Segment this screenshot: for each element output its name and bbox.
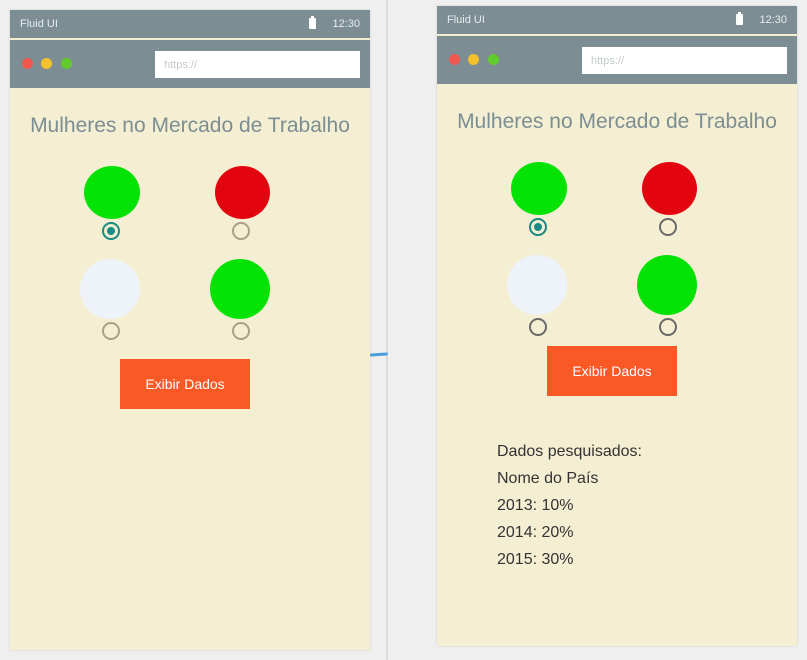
battery-icon (736, 12, 743, 25)
browser-bar (437, 36, 797, 84)
color-circle-option-1[interactable] (84, 166, 140, 219)
minimize-dot-icon[interactable] (468, 54, 479, 65)
status-title: Fluid UI (20, 18, 58, 30)
page-title: Mulheres no Mercado de Trabalho (457, 110, 777, 133)
color-circle-option-2[interactable] (215, 166, 270, 219)
battery-icon (309, 16, 316, 29)
color-circle-option-4[interactable] (210, 259, 270, 319)
url-input[interactable] (582, 47, 787, 74)
close-dot-icon[interactable] (22, 58, 33, 69)
status-time: 12:30 (759, 14, 787, 26)
status-time: 12:30 (332, 18, 360, 30)
browser-bar (10, 40, 370, 88)
color-circle-option-3[interactable] (80, 259, 140, 319)
url-input[interactable] (155, 51, 360, 78)
color-circle-option-3[interactable] (507, 255, 567, 315)
results-row: 2015: 30% (497, 551, 574, 568)
status-bar: Fluid UI 12:30 (437, 6, 797, 34)
color-circle-option-2[interactable] (642, 162, 697, 215)
close-dot-icon[interactable] (449, 54, 460, 65)
color-circle-option-1[interactable] (511, 162, 567, 215)
radio-option-3[interactable] (529, 318, 547, 336)
radio-option-2[interactable] (232, 222, 250, 240)
results-row: 2013: 10% (497, 497, 574, 514)
phone-screen-after: Fluid UI 12:30 Mulheres no Mercado de Tr… (437, 6, 797, 646)
color-circle-option-4[interactable] (637, 255, 697, 315)
results-row: 2014: 20% (497, 524, 574, 541)
radio-option-2[interactable] (659, 218, 677, 236)
show-data-button[interactable]: Exibir Dados (120, 359, 250, 409)
results-country: Nome do País (497, 470, 599, 487)
status-title: Fluid UI (447, 14, 485, 26)
results-panel: Dados pesquisados: Nome do País 2013: 10… (497, 438, 642, 573)
canvas-divider (386, 0, 388, 660)
minimize-dot-icon[interactable] (41, 58, 52, 69)
phone-screen-before: Fluid UI 12:30 Mulheres no Mercado de Tr… (10, 10, 370, 650)
results-heading: Dados pesquisados: (497, 443, 642, 460)
page-title: Mulheres no Mercado de Trabalho (30, 114, 350, 137)
maximize-dot-icon[interactable] (61, 58, 72, 69)
maximize-dot-icon[interactable] (488, 54, 499, 65)
radio-option-3[interactable] (102, 322, 120, 340)
radio-option-1[interactable] (529, 218, 547, 236)
radio-option-1[interactable] (102, 222, 120, 240)
show-data-button[interactable]: Exibir Dados (547, 346, 677, 396)
status-bar: Fluid UI 12:30 (10, 10, 370, 38)
radio-option-4[interactable] (659, 318, 677, 336)
radio-option-4[interactable] (232, 322, 250, 340)
